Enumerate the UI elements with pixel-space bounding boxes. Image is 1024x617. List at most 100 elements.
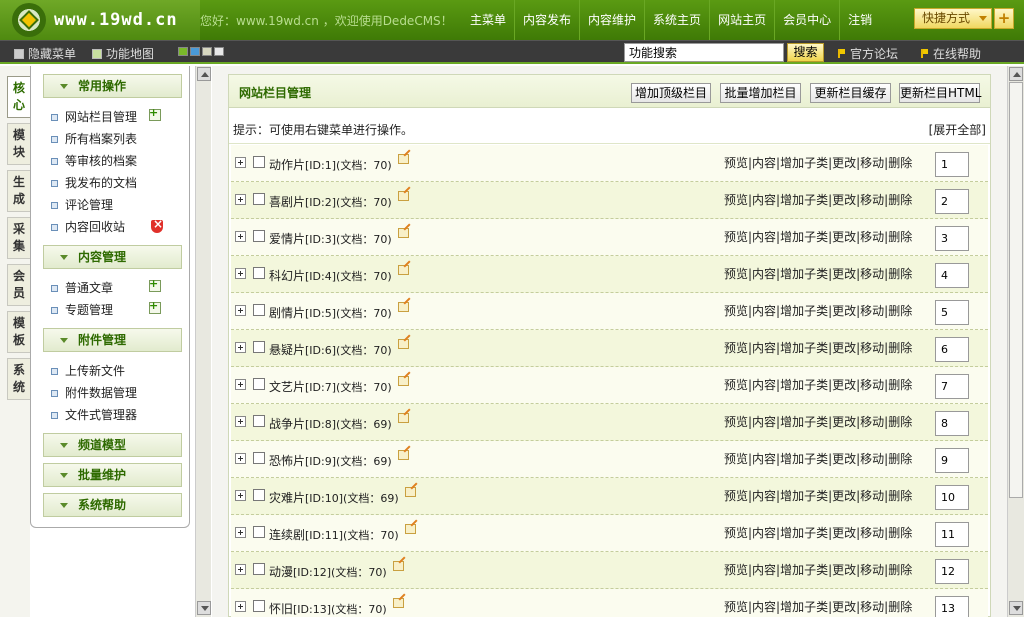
menu-item-attachment-data[interactable]: 附件数据管理 — [51, 384, 137, 401]
category-name[interactable]: 科幻片[ID:4](文档：70) — [269, 265, 409, 284]
row-actions[interactable]: 预览|内容|增加子类|更改|移动|删除 — [724, 450, 912, 467]
section-content-manage[interactable]: 内容管理 — [43, 245, 182, 269]
category-name[interactable]: 爱情片[ID:3](文档：70) — [269, 228, 409, 247]
forum-link[interactable]: 官方论坛 — [838, 45, 898, 62]
category-name[interactable]: 悬疑片[ID:6](文档：70) — [269, 339, 409, 358]
tab-templates[interactable]: 模板 — [7, 311, 30, 353]
main-scrollbar[interactable] — [1007, 66, 1024, 617]
menu-item-recycle-bin[interactable]: 内容回收站 — [51, 218, 125, 235]
edit-icon[interactable] — [397, 191, 409, 201]
scroll-down-icon[interactable] — [197, 601, 211, 615]
category-name[interactable]: 剧情片[ID:5](文档：70) — [269, 302, 409, 321]
scroll-down-icon[interactable] — [1009, 601, 1023, 615]
expand-icon[interactable] — [235, 453, 246, 464]
section-channel-model[interactable]: 频道模型 — [43, 433, 182, 457]
add-icon[interactable] — [149, 299, 161, 314]
category-name[interactable]: 连续剧[ID:11](文档：70) — [269, 524, 416, 543]
scroll-up-icon[interactable] — [1009, 67, 1023, 81]
expand-icon[interactable] — [235, 231, 246, 242]
row-actions[interactable]: 预览|内容|增加子类|更改|移动|删除 — [724, 265, 912, 282]
row-actions[interactable]: 预览|内容|增加子类|更改|移动|删除 — [724, 598, 912, 615]
recycle-icon[interactable] — [151, 217, 163, 233]
row-checkbox[interactable] — [253, 230, 265, 242]
menu-item-articles[interactable]: 普通文章 — [51, 279, 113, 296]
sort-order-input[interactable] — [935, 337, 969, 362]
sort-order-input[interactable] — [935, 374, 969, 399]
expand-icon[interactable] — [235, 305, 246, 316]
nav-member-center[interactable]: 会员中心 — [774, 0, 839, 40]
row-actions[interactable]: 预览|内容|增加子类|更改|移动|删除 — [724, 228, 912, 245]
edit-icon[interactable] — [397, 265, 409, 275]
expand-icon[interactable] — [235, 416, 246, 427]
menu-item-pending-archives[interactable]: 等审核的档案 — [51, 152, 137, 169]
add-icon[interactable] — [149, 106, 161, 121]
row-checkbox[interactable] — [253, 304, 265, 316]
row-actions[interactable]: 预览|内容|增加子类|更改|移动|删除 — [724, 487, 912, 504]
menu-item-file-manager[interactable]: 文件式管理器 — [51, 406, 137, 423]
row-checkbox[interactable] — [253, 415, 265, 427]
tab-members[interactable]: 会员 — [7, 264, 30, 306]
expand-icon[interactable] — [235, 194, 246, 205]
row-checkbox[interactable] — [253, 378, 265, 390]
menu-item-comments[interactable]: 评论管理 — [51, 196, 113, 213]
help-link[interactable]: 在线帮助 — [921, 45, 981, 62]
menu-item-all-archives[interactable]: 所有档案列表 — [51, 130, 137, 147]
expand-icon[interactable] — [235, 268, 246, 279]
expand-icon[interactable] — [235, 157, 246, 168]
search-button[interactable]: 搜索 — [787, 43, 824, 62]
row-checkbox[interactable] — [253, 452, 265, 464]
expand-icon[interactable] — [235, 601, 246, 612]
nav-logout[interactable]: 注销 — [839, 0, 880, 40]
theme-swatch-green[interactable] — [178, 47, 188, 56]
row-checkbox[interactable] — [253, 267, 265, 279]
category-name[interactable]: 战争片[ID:8](文档：69) — [269, 413, 409, 432]
row-actions[interactable]: 预览|内容|增加子类|更改|移动|删除 — [724, 561, 912, 578]
sort-order-input[interactable] — [935, 596, 969, 617]
theme-swatch-blue[interactable] — [190, 47, 200, 56]
row-checkbox[interactable] — [253, 341, 265, 353]
category-name[interactable]: 文艺片[ID:7](文档：70) — [269, 376, 409, 395]
expand-all-link[interactable]: [展开全部] — [929, 121, 986, 138]
scroll-up-icon[interactable] — [197, 67, 211, 81]
sort-order-input[interactable] — [935, 559, 969, 584]
row-checkbox[interactable] — [253, 563, 265, 575]
section-batch-maintain[interactable]: 批量维护 — [43, 463, 182, 487]
tab-system[interactable]: 系统 — [7, 358, 30, 400]
row-actions[interactable]: 预览|内容|增加子类|更改|移动|删除 — [724, 302, 912, 319]
row-actions[interactable]: 预览|内容|增加子类|更改|移动|删除 — [724, 376, 912, 393]
nav-site-home[interactable]: 网站主页 — [709, 0, 774, 40]
sort-order-input[interactable] — [935, 189, 969, 214]
category-name[interactable]: 恐怖片[ID:9](文档：69) — [269, 450, 409, 469]
quick-add-button[interactable]: + — [994, 8, 1014, 29]
row-checkbox[interactable] — [253, 156, 265, 168]
update-cache-button[interactable]: 更新栏目缓存 — [810, 83, 891, 103]
expand-icon[interactable] — [235, 342, 246, 353]
edit-icon[interactable] — [397, 376, 409, 386]
search-input[interactable] — [624, 43, 784, 62]
category-name[interactable]: 灾难片[ID:10](文档：69) — [269, 487, 416, 506]
row-checkbox[interactable] — [253, 526, 265, 538]
section-system-help[interactable]: 系统帮助 — [43, 493, 182, 517]
edit-icon[interactable] — [397, 450, 409, 460]
update-html-button[interactable]: 更新栏目HTML — [899, 83, 981, 103]
expand-icon[interactable] — [235, 379, 246, 390]
sort-order-input[interactable] — [935, 300, 969, 325]
scroll-thumb[interactable] — [1009, 82, 1023, 498]
nav-content-maintain[interactable]: 内容维护 — [579, 0, 644, 40]
expand-icon[interactable] — [235, 490, 246, 501]
nav-content-publish[interactable]: 内容发布 — [514, 0, 579, 40]
row-actions[interactable]: 预览|内容|增加子类|更改|移动|删除 — [724, 154, 912, 171]
sort-order-input[interactable] — [935, 152, 969, 177]
edit-icon[interactable] — [397, 228, 409, 238]
edit-icon[interactable] — [397, 302, 409, 312]
category-name[interactable]: 动作片[ID:1](文档：70) — [269, 154, 409, 173]
category-name[interactable]: 喜剧片[ID:2](文档：70) — [269, 191, 409, 210]
sort-order-input[interactable] — [935, 522, 969, 547]
sort-order-input[interactable] — [935, 263, 969, 288]
nav-system-home[interactable]: 系统主页 — [644, 0, 709, 40]
row-checkbox[interactable] — [253, 489, 265, 501]
tab-collect[interactable]: 采集 — [7, 217, 30, 259]
nav-main-menu[interactable]: 主菜单 — [462, 0, 514, 40]
add-top-category-button[interactable]: 增加顶级栏目 — [631, 83, 711, 103]
row-actions[interactable]: 预览|内容|增加子类|更改|移动|删除 — [724, 339, 912, 356]
